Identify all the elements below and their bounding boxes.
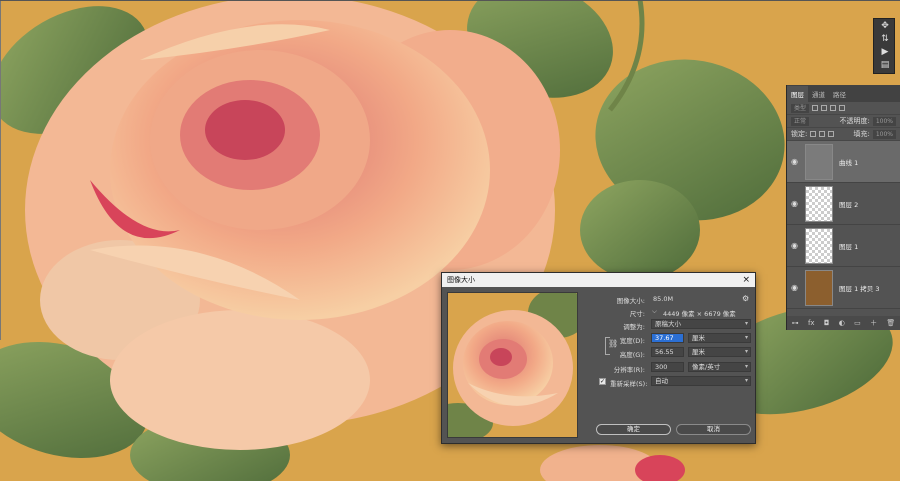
tab-channels[interactable]: 通道 [808, 86, 829, 102]
layer-row-curves-1[interactable]: ◉ 曲线 1 [787, 141, 900, 183]
ok-button[interactable]: 确定 [596, 424, 671, 435]
delete-layer-icon[interactable]: 🗑 [886, 319, 895, 327]
layer-thumbnail [805, 269, 833, 306]
filter-pixel-icon[interactable] [812, 105, 819, 111]
close-icon[interactable]: × [742, 275, 750, 285]
dimensions-chevron-icon[interactable]: ⌵ [652, 307, 657, 316]
image-size-value: 85.0M [653, 295, 674, 303]
height-input[interactable]: 56.55 [651, 347, 684, 357]
adjustment-layer-icon[interactable]: ◐ [839, 319, 845, 327]
filter-shape-icon[interactable] [839, 105, 846, 111]
layer-row-layer-2[interactable]: ◉ 图层 2 [787, 183, 900, 225]
layer-thumbnail [805, 143, 833, 180]
layer-row-layer-1[interactable]: ◉ 图层 1 [787, 225, 900, 267]
layer-name: 图层 2 [839, 200, 859, 209]
lock-pixels-icon[interactable] [810, 131, 817, 137]
opacity-field[interactable]: 100% [872, 116, 896, 126]
layer-thumbnail [805, 227, 833, 264]
gear-icon[interactable]: ⚙ [742, 294, 749, 303]
layers-bottom-bar: ⊶ fx ◘ ◐ ▭ ＋ 🗑 [787, 316, 900, 330]
fill-label: 填充: [853, 130, 870, 138]
new-group-icon[interactable]: ▭ [854, 319, 861, 327]
resolution-label: 分辨率(R): [613, 366, 645, 374]
lock-all-icon[interactable] [828, 131, 835, 137]
dimensions-label: 尺寸: [629, 310, 645, 318]
visibility-eye-icon[interactable]: ◉ [791, 157, 799, 166]
play-action-button[interactable]: ▶ [874, 45, 896, 58]
image-size-dialog: 图像大小 × 图像大小: 85.0M ⚙ 尺寸: ⌵ 4449 像素 × 667… [441, 272, 756, 444]
visibility-eye-icon[interactable]: ◉ [791, 199, 799, 208]
cancel-button[interactable]: 取消 [676, 424, 751, 435]
fit-to-select[interactable]: 原稿大小 [651, 319, 751, 329]
width-label: 宽度(D): [619, 337, 645, 345]
dialog-titlebar[interactable]: 图像大小 × [442, 273, 755, 287]
fit-to-label: 调整为: [623, 323, 645, 331]
tab-paths[interactable]: 路径 [829, 86, 850, 102]
fx-icon[interactable]: fx [808, 319, 815, 327]
dimensions-value: 4449 像素 × 6679 像素 [663, 310, 736, 318]
filter-adjustment-icon[interactable] [821, 105, 828, 111]
visibility-eye-icon[interactable]: ◉ [791, 241, 799, 250]
height-label: 高度(G): [619, 351, 645, 359]
fill-field[interactable]: 100% [872, 129, 896, 139]
layer-name: 曲线 1 [839, 158, 859, 167]
layers-panel-tabs: 图层 通道 路径 [787, 85, 900, 102]
resample-select[interactable]: 自动 [651, 376, 751, 386]
height-unit-select[interactable]: 厘米 [688, 347, 751, 357]
new-layer-icon[interactable]: ＋ [870, 318, 877, 328]
blend-row: 正常 不透明度: 100% [787, 115, 900, 128]
image-size-label: 图像大小: [616, 297, 645, 305]
lock-row: 锁定: 填充: 100% [787, 128, 900, 141]
resolution-unit-select[interactable]: 像素/英寸 [688, 362, 751, 372]
move-tool-button[interactable]: ✥ [874, 19, 896, 32]
link-layers-icon[interactable]: ⊶ [792, 319, 799, 327]
layer-name: 图层 1 拷贝 3 [839, 284, 880, 293]
opacity-label: 不透明度: [839, 117, 870, 125]
resample-label: 重新采样(S): [610, 380, 648, 388]
resolution-input[interactable]: 300 [651, 362, 684, 372]
add-mask-icon[interactable]: ◘ [824, 319, 830, 327]
lock-label: 锁定: [791, 130, 808, 138]
layer-type-filter[interactable]: 类型 [791, 103, 810, 113]
resample-checkbox[interactable]: ✓ [599, 378, 606, 385]
tool-strip: ✥ ⇅ ▶ ▤ [873, 18, 895, 74]
filter-type-icon[interactable] [830, 105, 837, 111]
visibility-eye-icon[interactable]: ◉ [791, 283, 799, 292]
lock-position-icon[interactable] [819, 131, 826, 137]
preview-rose-image [448, 293, 577, 437]
width-input[interactable]: 37.67 [651, 333, 684, 343]
layer-name: 图层 1 [839, 242, 859, 251]
image-preview[interactable] [447, 292, 578, 438]
layers-panel: 图层 通道 路径 类型 正常 不透明度: 100% 锁定: 填充: 100% ◉… [786, 85, 900, 330]
tab-layers[interactable]: 图层 [787, 86, 808, 102]
layer-filter-row: 类型 [787, 102, 900, 115]
swap-tool-button[interactable]: ⇅ [874, 32, 896, 45]
blend-mode-select[interactable]: 正常 [791, 116, 810, 126]
layer-row-layer-1-copy-3[interactable]: ◉ 图层 1 拷贝 3 [787, 267, 900, 309]
layer-thumbnail [805, 185, 833, 222]
panel-toggle-button[interactable]: ▤ [874, 58, 896, 71]
width-unit-select[interactable]: 厘米 [688, 333, 751, 343]
dialog-title: 图像大小 [447, 276, 475, 284]
